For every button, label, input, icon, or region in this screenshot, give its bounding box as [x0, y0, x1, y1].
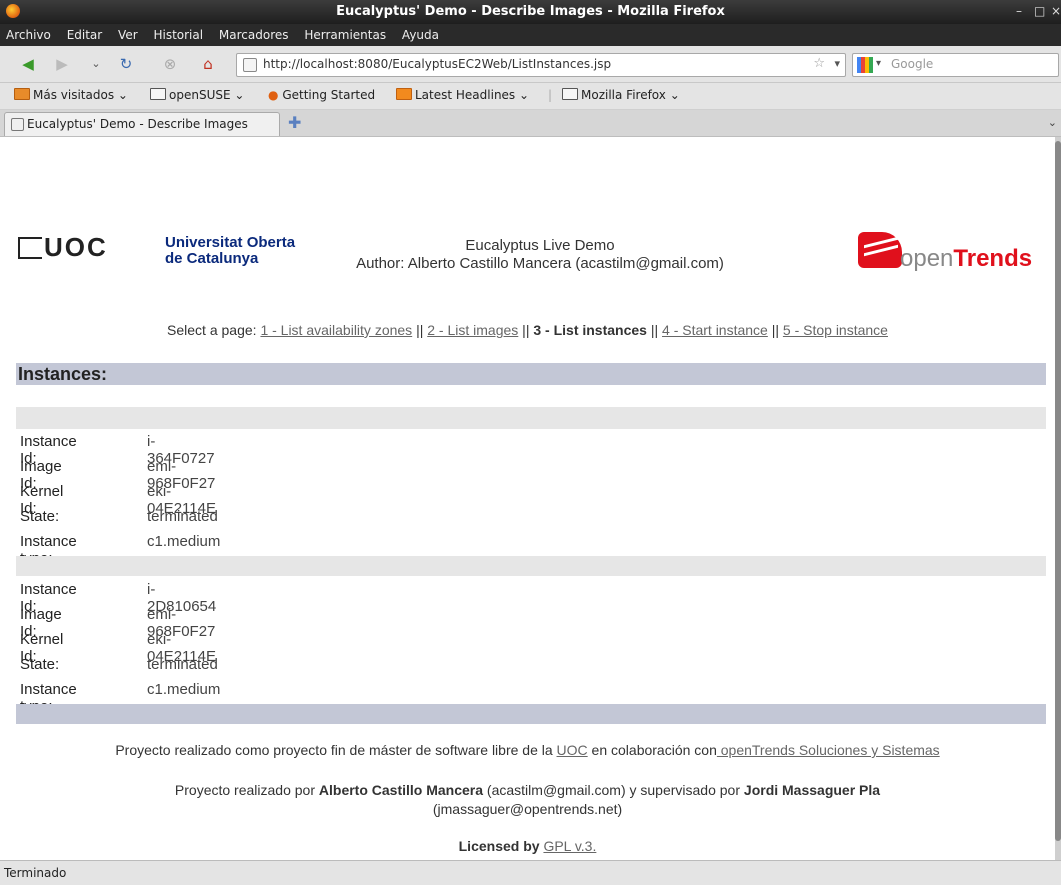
footer-line-1: Proyecto realizado como proyecto fin de … — [115, 742, 940, 758]
google-icon[interactable] — [857, 57, 873, 73]
uoc-logo-mark-icon — [18, 237, 42, 259]
tab-list-icon[interactable]: ⌄ — [1048, 116, 1057, 129]
url-text: http://localhost:8080/EucalyptusEC2Web/L… — [263, 57, 612, 71]
status-text: Terminado — [4, 866, 67, 880]
uoc-logo: UOC — [44, 232, 108, 262]
menu-editar[interactable]: Editar — [67, 24, 103, 46]
menu-marcadores[interactable]: Marcadores — [219, 24, 289, 46]
bookmark-mas-visitados[interactable]: Más visitados ⌄ — [14, 88, 128, 102]
navigation-toolbar: ◀ ▶ ⌄ ↻ ⊗ ⌂ http://localhost:8080/Eucaly… — [0, 46, 1061, 83]
rss-icon — [396, 88, 412, 100]
bookmark-getting-started[interactable]: ● Getting Started — [268, 88, 375, 102]
home-icon[interactable]: ⌂ — [198, 54, 218, 74]
link-gpl[interactable]: GPL v.3. — [543, 838, 596, 854]
close-icon[interactable]: × — [1051, 4, 1061, 18]
forward-icon[interactable]: ▶ — [52, 54, 72, 74]
section-header: Instances: — [16, 363, 1046, 385]
bookmarks-toolbar: Más visitados ⌄ openSUSE ⌄ ● Getting Sta… — [0, 83, 1061, 110]
link-list-images[interactable]: 2 - List images — [427, 322, 518, 338]
link-opentrends[interactable]: openTrends Soluciones y Sistemas — [717, 742, 940, 758]
current-page-list-instances: 3 - List instances — [533, 322, 647, 338]
menu-historial[interactable]: Historial — [153, 24, 203, 46]
url-bar[interactable]: http://localhost:8080/EucalyptusEC2Web/L… — [236, 53, 846, 77]
university-name: Universitat Oberta de Catalunya — [165, 234, 296, 267]
menu-ayuda[interactable]: Ayuda — [402, 24, 439, 46]
link-list-availability-zones[interactable]: 1 - List availability zones — [260, 322, 412, 338]
bookmark-latest-headlines[interactable]: Latest Headlines ⌄ — [396, 88, 529, 102]
bookmark-mozilla-firefox[interactable]: Mozilla Firefox ⌄ — [562, 88, 680, 102]
tab-favicon-icon — [11, 118, 24, 131]
new-tab-icon[interactable]: ✚ — [288, 113, 301, 132]
vertical-scrollbar[interactable] — [1055, 137, 1061, 860]
scrollbar-thumb[interactable] — [1055, 141, 1061, 841]
bookmark-opensuse[interactable]: openSUSE ⌄ — [150, 88, 244, 102]
maximize-icon[interactable]: □ — [1034, 4, 1045, 18]
url-dropdown-icon[interactable]: ▾ — [834, 57, 840, 70]
link-uoc[interactable]: UOC — [557, 742, 588, 758]
menu-herramientas[interactable]: Herramientas — [304, 24, 386, 46]
section-title: Instances: — [18, 364, 108, 384]
tab-describe-images[interactable]: Eucalyptus' Demo - Describe Images — [4, 112, 280, 136]
footer-bar — [16, 704, 1046, 724]
demo-title: Eucalyptus Live Demo — [465, 237, 615, 254]
folder-icon — [150, 88, 166, 100]
opentrends-logo: openTrends — [900, 245, 1033, 272]
history-dropdown-icon[interactable]: ⌄ — [86, 54, 106, 74]
separator-row — [16, 407, 1046, 429]
folder-icon — [14, 88, 30, 100]
status-bar: Terminado — [0, 860, 1061, 885]
separator-row — [16, 556, 1046, 576]
tab-label: Eucalyptus' Demo - Describe Images — [27, 117, 248, 131]
page-content: UOC Universitat Oberta de Catalunya Euca… — [0, 137, 1055, 860]
search-box[interactable]: ▾ Google — [852, 53, 1059, 77]
link-start-instance[interactable]: 4 - Start instance — [662, 322, 768, 338]
footer-line-2: Proyecto realizado por Alberto Castillo … — [174, 782, 881, 798]
folder-icon — [562, 88, 578, 100]
menu-bar: Archivo Editar Ver Historial Marcadores … — [0, 24, 1061, 46]
stop-icon[interactable]: ⊗ — [160, 54, 180, 74]
menu-archivo[interactable]: Archivo — [6, 24, 51, 46]
window-titlebar: Eucalyptus' Demo - Describe Images - Moz… — [0, 0, 1061, 24]
footer-line-3: (jmassaguer@opentrends.net) — [432, 801, 623, 817]
search-placeholder: Google — [891, 57, 934, 71]
page-selector: Select a page: 1 - List availability zon… — [167, 322, 888, 338]
opentrends-logo-icon — [858, 232, 902, 268]
search-engine-dropdown-icon[interactable]: ▾ — [876, 58, 881, 69]
window-title: Eucalyptus' Demo - Describe Images - Moz… — [336, 4, 725, 19]
author-line: Author: Alberto Castillo Mancera (acasti… — [356, 255, 724, 272]
bookmark-separator: | — [548, 88, 553, 102]
menu-ver[interactable]: Ver — [118, 24, 138, 46]
back-icon[interactable]: ◀ — [18, 54, 38, 74]
link-stop-instance[interactable]: 5 - Stop instance — [783, 322, 888, 338]
reload-icon[interactable]: ↻ — [116, 54, 136, 74]
demo-header: Eucalyptus Live Demo Author: Alberto Cas… — [300, 237, 780, 273]
license-line: Licensed by GPL v.3. — [458, 838, 597, 854]
page-favicon-icon — [243, 58, 257, 72]
firefox-icon: ● — [268, 88, 279, 102]
tab-bar: Eucalyptus' Demo - Describe Images ✚ ⌄ — [0, 110, 1061, 137]
bookmark-star-icon[interactable]: ☆ — [813, 56, 825, 71]
minimize-icon[interactable]: – — [1016, 4, 1022, 18]
